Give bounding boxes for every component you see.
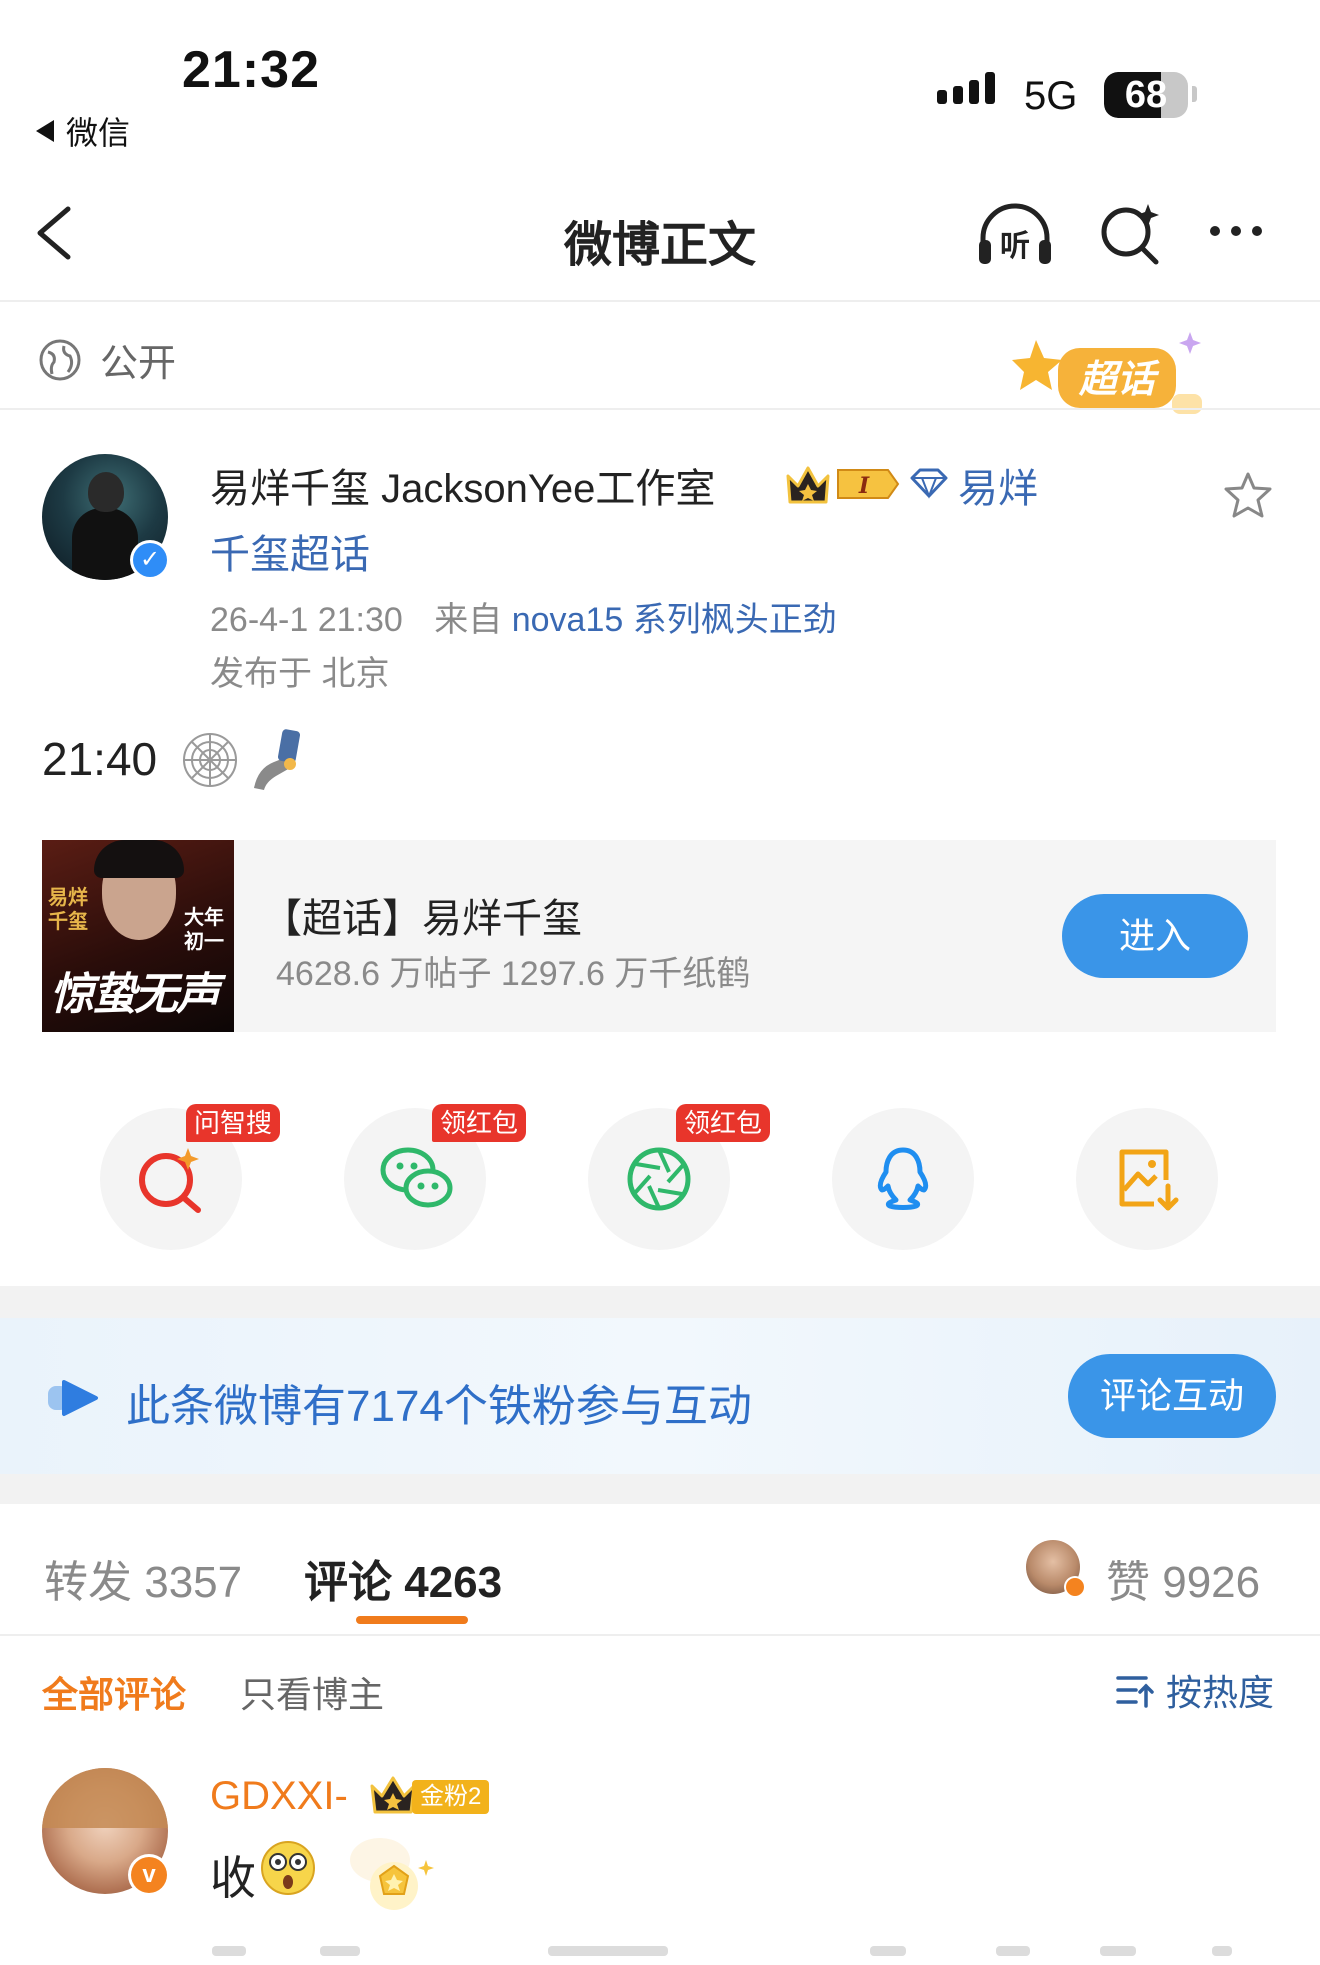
crown-icon — [370, 1776, 416, 1814]
active-tab-indicator — [356, 1616, 468, 1624]
section-gap — [0, 1474, 1320, 1504]
commenter-name[interactable]: GDXXI- — [210, 1774, 348, 1819]
enter-supertopic-button[interactable]: 进入 — [1062, 894, 1248, 978]
source-prefix: 来自 — [434, 601, 503, 639]
ai-search-icon[interactable] — [1098, 200, 1164, 266]
comment-interact-button[interactable]: 评论互动 — [1068, 1354, 1276, 1438]
selfie-phone-emoji-icon — [254, 729, 301, 790]
status-time: 21:32 — [182, 41, 320, 99]
tab-comment[interactable]: 评论 4263 — [304, 1546, 502, 1610]
save-image-icon — [1119, 1149, 1179, 1211]
post-source[interactable]: nova15 系列枫头正劲 — [512, 601, 837, 639]
share-tag-wechat: 领红包 — [432, 1104, 527, 1142]
back-app-label: 微信 — [66, 115, 131, 151]
post-time: 26-4-1 21:30 — [210, 601, 403, 639]
battery-tip — [1192, 86, 1197, 102]
share-save-image-button[interactable] — [1076, 1108, 1218, 1250]
back-triangle-icon — [36, 120, 54, 142]
filter-all-comments[interactable]: 全部评论 — [42, 1666, 186, 1718]
headphones-listen-icon[interactable]: 听 — [975, 200, 1055, 270]
liker-badge-icon — [1064, 1576, 1086, 1598]
crown-level-badge-icon[interactable]: I — [784, 462, 900, 506]
favorite-star-icon[interactable] — [1222, 470, 1274, 520]
tabs-divider — [0, 1634, 1320, 1636]
qq-icon — [877, 1147, 929, 1210]
sort-label: 按热度 — [1166, 1672, 1275, 1713]
network-type: 5G — [1024, 74, 1078, 118]
supertopic-stats: 4628.6 万帖子 1297.6 万千纸鹤 — [276, 955, 751, 993]
post-text: 21:40 — [42, 733, 158, 785]
play-arrows-icon — [48, 1380, 98, 1416]
supertopic-badge-icon[interactable]: 超话 — [1010, 330, 1210, 420]
fans-interaction-text: 此条微博有7174个铁粉参与互动 — [126, 1382, 752, 1431]
globe-icon — [39, 339, 81, 380]
supertopic-link-part1[interactable]: 易烊 — [958, 456, 1038, 514]
share-tag-moments: 领红包 — [676, 1104, 771, 1142]
diamond-topic-icon — [910, 468, 948, 499]
visibility-label: 公开 — [100, 343, 177, 385]
sort-icon — [1116, 1676, 1154, 1708]
cover-left-text: 易烊 千玺 — [48, 887, 88, 933]
cellular-signal-icon — [937, 72, 995, 104]
share-tag-ai-search: 问智搜 — [186, 1104, 281, 1142]
commenter-verified-badge-icon: v — [128, 1854, 170, 1896]
shocked-face-emoji-icon — [261, 1841, 315, 1895]
spider-web-emoji-icon — [183, 733, 237, 787]
supertopic-cover-image: 易烊 千玺 大年 初一 惊蛰无声 — [42, 840, 234, 1032]
ai-search-icon — [139, 1148, 201, 1213]
gold-fan-badge: 金粉2 — [412, 1780, 490, 1814]
supertopic-badge-label: 超话 — [1078, 357, 1160, 401]
verified-badge-icon: ✓ — [130, 540, 170, 580]
sort-by-heat-button[interactable]: 按热度 — [1116, 1664, 1274, 1716]
visibility-indicator: 公开 — [38, 332, 176, 387]
battery-icon: 68 — [1104, 72, 1188, 118]
supertopic-title: 【超话】易烊千玺 — [262, 897, 582, 941]
author-name[interactable]: 易烊千玺 JacksonYee工作室 — [210, 456, 715, 514]
more-options-icon[interactable] — [1210, 226, 1262, 236]
cover-calligraphy: 惊蛰无声 — [50, 969, 220, 1020]
post-meta: 26-4-1 21:30 来自 nova15 系列枫头正劲 — [210, 592, 837, 641]
section-divider — [0, 408, 1320, 410]
post-location: 发布于 北京 — [210, 655, 390, 693]
listen-label: 听 — [1000, 229, 1030, 264]
cover-right-text: 大年 初一 — [184, 907, 224, 953]
moments-icon — [627, 1147, 691, 1211]
section-gap — [0, 1286, 1320, 1318]
nav-divider — [0, 300, 1320, 302]
battery-percent: 68 — [1124, 74, 1168, 116]
back-to-app-link[interactable]: 微信 — [36, 108, 130, 154]
filter-author-only[interactable]: 只看博主 — [240, 1666, 384, 1718]
fan-medal-decoration-icon — [350, 1838, 434, 1910]
supertopic-link-part2[interactable]: 千玺超话 — [210, 522, 370, 580]
tab-repost[interactable]: 转发 3357 — [44, 1546, 242, 1610]
wechat-icon — [380, 1147, 453, 1208]
next-row-cutoff — [0, 1946, 1320, 1965]
level-badge-label: I — [858, 473, 870, 499]
comment-text: 收 — [210, 1852, 256, 1904]
share-qq-button[interactable] — [832, 1108, 974, 1250]
tab-like[interactable]: 赞 9926 — [1106, 1546, 1260, 1610]
